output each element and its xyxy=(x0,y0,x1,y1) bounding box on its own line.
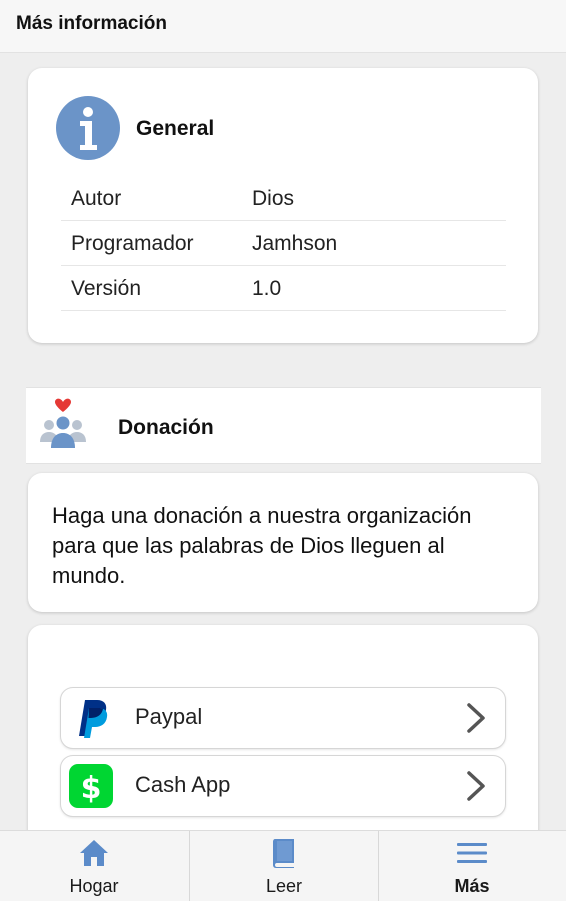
donation-header: Donación xyxy=(26,387,541,464)
nav-label-read: Leer xyxy=(265,876,303,896)
info-row-programmer: Programador Jamhson xyxy=(61,221,506,266)
nav-item-more[interactable]: Más xyxy=(378,831,566,901)
donation-description: Haga una donación a nuestra organización… xyxy=(52,503,472,588)
svg-text:$: $ xyxy=(81,771,102,806)
info-row-value: 1.0 xyxy=(252,277,282,300)
info-row-key: Programador xyxy=(71,232,194,255)
info-row-value: Jamhson xyxy=(252,232,338,255)
donation-description-card: Haga una donación a nuestra organización… xyxy=(28,473,538,612)
chevron-right-icon xyxy=(467,703,485,733)
cashapp-label: Cash App xyxy=(135,772,231,797)
paypal-button[interactable]: Paypal xyxy=(60,687,506,749)
general-card: General Autor Dios Programador Jamhson V… xyxy=(28,68,538,343)
payment-options-card: Paypal $ Cash App xyxy=(28,625,538,865)
page-title: Más información xyxy=(16,13,167,34)
cashapp-logo-icon: $ xyxy=(69,764,113,808)
donation-people-heart-icon xyxy=(40,398,86,448)
info-row-version: Versión 1.0 xyxy=(61,266,506,311)
chevron-right-icon xyxy=(467,771,485,801)
info-icon xyxy=(56,96,120,160)
nav-item-read[interactable]: Leer xyxy=(189,831,379,901)
nav-label-home: Hogar xyxy=(69,876,119,896)
nav-label-more: Más xyxy=(454,876,490,896)
nav-item-home[interactable]: Hogar xyxy=(0,831,188,901)
book-icon xyxy=(273,839,294,868)
home-icon xyxy=(80,840,108,866)
paypal-label: Paypal xyxy=(135,704,203,729)
paypal-logo-icon xyxy=(79,700,108,738)
donation-heading: Donación xyxy=(118,416,214,439)
top-bar: Más información xyxy=(0,0,566,53)
info-row-value: Dios xyxy=(252,187,295,210)
general-heading: General xyxy=(136,117,215,140)
info-table: Autor Dios Programador Jamhson Versión 1… xyxy=(61,176,506,311)
cashapp-button[interactable]: $ Cash App xyxy=(60,755,506,817)
info-row-key: Autor xyxy=(71,187,122,210)
info-row-key: Versión xyxy=(71,277,142,300)
info-row-author: Autor Dios xyxy=(61,176,506,221)
bottom-navigation: Hogar Leer Más xyxy=(0,830,566,901)
menu-icon xyxy=(457,843,487,863)
